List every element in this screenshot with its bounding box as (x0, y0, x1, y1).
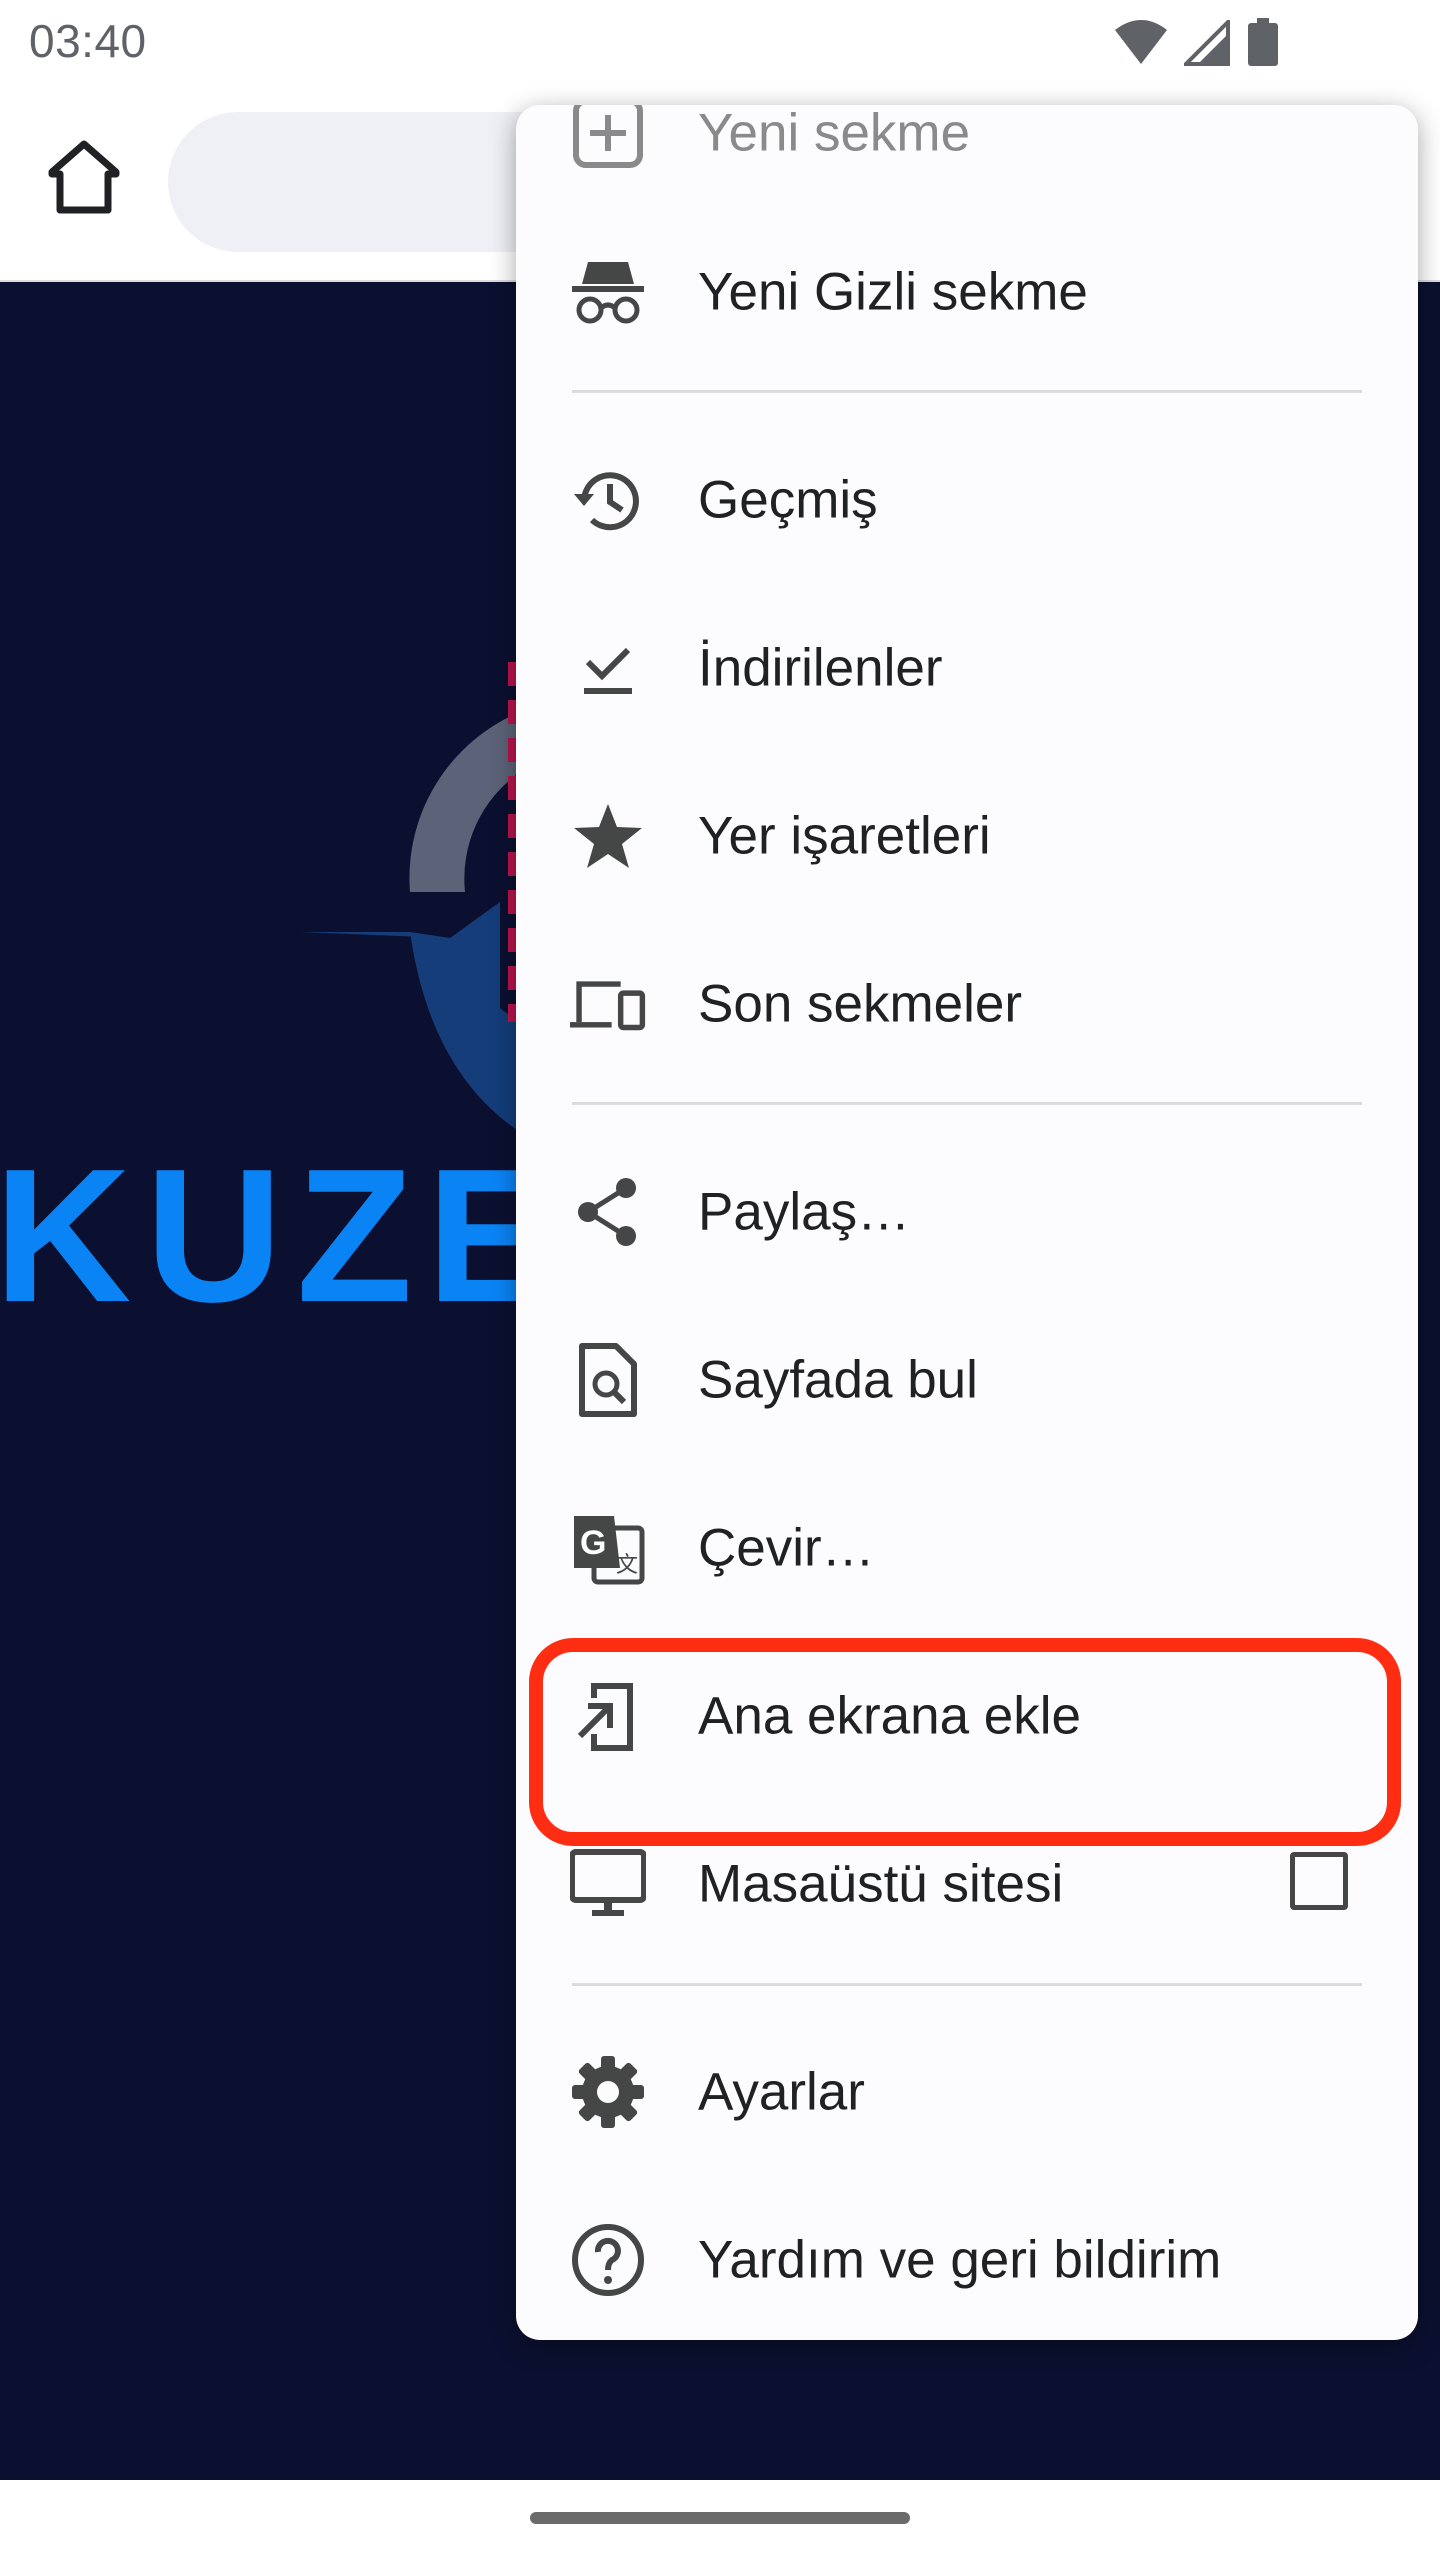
menu-item-label: Geçmiş (698, 470, 878, 530)
menu-item-label: Paylaş… (698, 1182, 911, 1242)
menu-item-add-to-home-screen[interactable]: Ana ekrana ekle (516, 1641, 1418, 1791)
brand-text: KUZE (0, 1130, 568, 1342)
gesture-nav-bar (0, 2480, 1440, 2560)
menu-item-new-tab[interactable]: Yeni sekme (516, 105, 1418, 208)
menu-item-label: İndirilenler (698, 638, 943, 698)
add-to-home-screen-icon (577, 1683, 633, 1751)
menu-item-label: Çevir… (698, 1518, 875, 1578)
menu-item-translate[interactable]: G 文 Çevir… (516, 1473, 1418, 1623)
menu-item-bookmarks[interactable]: Yer işaretleri (516, 761, 1418, 911)
menu-item-label: Ana ekrana ekle (698, 1686, 1082, 1746)
share-icon (578, 1178, 636, 1246)
battery-icon (1248, 18, 1278, 66)
desktop-site-checkbox[interactable] (1290, 1852, 1348, 1910)
incognito-icon (572, 262, 644, 324)
menu-item-label: Sayfada bul (698, 1350, 978, 1410)
devices-icon (570, 981, 646, 1031)
menu-divider (572, 1102, 1362, 1105)
gesture-handle[interactable] (530, 2512, 910, 2524)
help-icon (572, 2224, 644, 2296)
overflow-menu: Yeni sekme Yeni Gizli sekme Geçmiş İndir… (516, 105, 1418, 2340)
menu-item-label: Yeni sekme (698, 105, 971, 163)
svg-text:G: G (580, 1524, 606, 1562)
menu-divider (572, 390, 1362, 393)
menu-item-label: Masaüstü sitesi (698, 1854, 1064, 1914)
status-bar: 03:40 (0, 0, 1440, 90)
menu-item-history[interactable]: Geçmiş (516, 425, 1418, 575)
menu-item-new-incognito-tab[interactable]: Yeni Gizli sekme (516, 217, 1418, 367)
settings-icon (572, 2056, 644, 2128)
menu-item-help-feedback[interactable]: Yardım ve geri bildirim (516, 2185, 1418, 2335)
star-icon (574, 804, 642, 868)
home-icon (48, 140, 120, 214)
menu-item-label: Ayarlar (698, 2062, 865, 2122)
history-icon (574, 472, 639, 531)
menu-item-label: Yer işaretleri (698, 806, 991, 866)
cell-signal-icon (1184, 20, 1230, 66)
svg-text:文: 文 (616, 1553, 638, 1578)
menu-item-settings[interactable]: Ayarlar (516, 2017, 1418, 2167)
downloads-icon (584, 647, 632, 694)
find-in-page-icon (579, 1343, 637, 1417)
site-logo (300, 662, 520, 1132)
menu-item-downloads[interactable]: İndirilenler (516, 593, 1418, 743)
new-tab-icon (573, 105, 643, 168)
menu-item-recent-tabs[interactable]: Son sekmeler (516, 929, 1418, 1079)
menu-item-find-in-page[interactable]: Sayfada bul (516, 1305, 1418, 1455)
menu-item-label: Yeni Gizli sekme (698, 262, 1088, 322)
wifi-icon (1115, 20, 1167, 64)
desktop-icon (570, 1849, 646, 1916)
menu-item-share[interactable]: Paylaş… (516, 1137, 1418, 1287)
home-button[interactable] (36, 130, 132, 226)
menu-item-desktop-site[interactable]: Masaüstü sitesi (516, 1809, 1418, 1959)
menu-divider (572, 1983, 1362, 1986)
menu-item-label: Yardım ve geri bildirim (698, 2230, 1222, 2290)
status-time: 03:40 (29, 15, 147, 67)
menu-item-label: Son sekmeler (698, 974, 1023, 1034)
translate-icon: G 文 (574, 1516, 645, 1585)
